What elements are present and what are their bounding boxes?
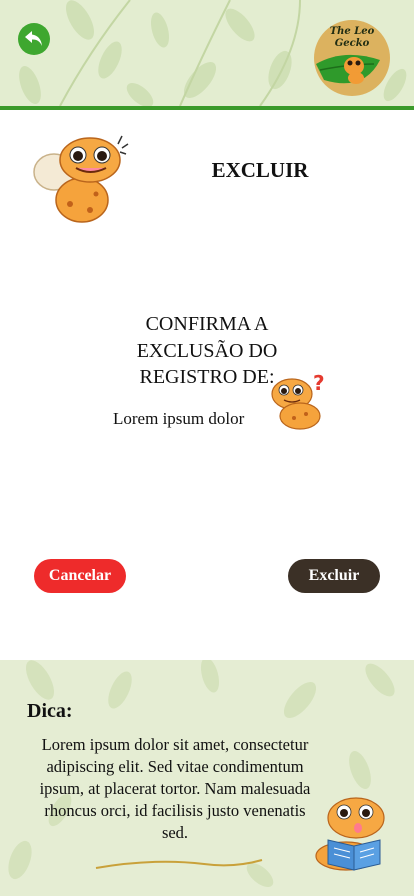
svg-text:?: ? [313,372,325,395]
record-name: Lorem ipsum dolor [113,409,245,428]
back-button[interactable] [18,23,50,55]
tip-label: Dica: [27,700,73,722]
question-gecko-illustration: ? [271,372,325,430]
logo-text-line2: Gecko [334,38,370,49]
cancel-button[interactable]: Cancelar [34,559,126,593]
app-logo: The Leo Gecko [314,20,390,96]
confirm-line-2: EXCLUSÃO DO [136,339,278,362]
delete-button[interactable]: Excluir [288,559,380,593]
header-banner: The Leo Gecko [0,0,414,106]
reading-gecko-illustration [315,797,385,871]
confirm-line-1: CONFIRMA A [145,313,269,335]
tip-text: Lorem ipsum dolor sit amet, consectetur … [39,735,311,842]
header-divider [0,106,414,110]
decorative-underline [95,859,263,869]
gecko-illustration [33,135,129,223]
back-arrow-icon [25,31,42,46]
page-title: EXCLUIR [211,158,309,182]
logo-text-line1: The Leo [329,26,375,37]
